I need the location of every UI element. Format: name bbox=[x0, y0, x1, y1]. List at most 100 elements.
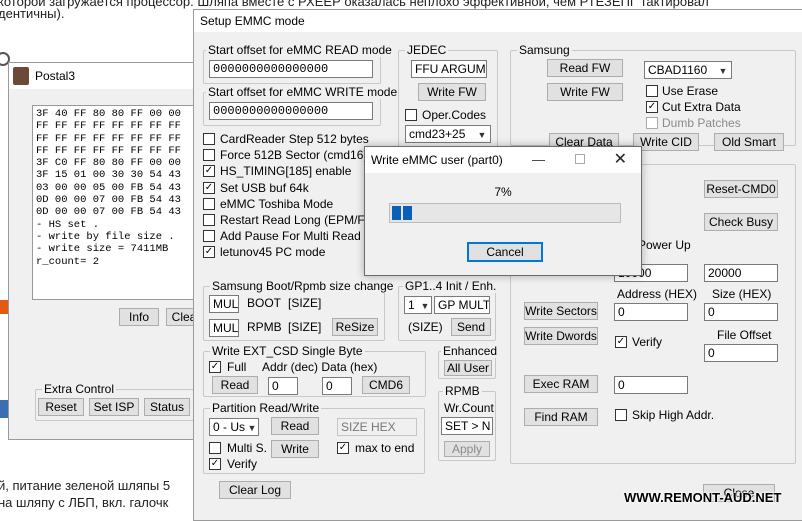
reset-button[interactable]: Reset bbox=[38, 398, 84, 416]
close-icon[interactable]: ✕ bbox=[614, 147, 627, 173]
postal3-titlebar[interactable]: Postal3 bbox=[9, 63, 203, 89]
cmd-select-value: cmd23+25 bbox=[409, 127, 466, 141]
boot-mul-input[interactable]: MUL bbox=[209, 295, 239, 313]
info-button[interactable]: Info bbox=[119, 308, 159, 326]
cut-extra-data-label: Cut Extra Data bbox=[662, 100, 741, 114]
partition-write-button[interactable]: Write bbox=[271, 440, 319, 458]
size-hex-input[interactable]: SIZE HEX bbox=[337, 418, 417, 436]
chevron-down-icon: ▼ bbox=[247, 423, 257, 433]
maximize-icon[interactable] bbox=[575, 154, 585, 164]
set-n-input[interactable]: SET > N bbox=[441, 417, 493, 435]
progress-titlebar[interactable]: Write eMMC user (part0) — ✕ bbox=[365, 147, 641, 173]
extra-control-label: Extra Control bbox=[42, 382, 117, 396]
log-line: 03 00 00 05 00 FB 54 43 bbox=[36, 181, 181, 194]
progress-percent-label: 7% bbox=[494, 185, 512, 199]
chip-select-value: CBAD1160 bbox=[648, 63, 708, 77]
jedec-label: JEDEC bbox=[405, 43, 449, 57]
rpmb-mul-input[interactable]: MUL bbox=[209, 319, 239, 337]
full-checkbox[interactable]: ✓ bbox=[209, 361, 221, 373]
option-label: Add Pause For Multi Read bbox=[220, 229, 361, 244]
partition-read-button[interactable]: Read bbox=[271, 417, 319, 435]
gp-mult-input[interactable]: GP MULT bbox=[434, 296, 490, 314]
option-checkbox[interactable] bbox=[203, 197, 215, 210]
wr-count-label: Wr.Count bbox=[444, 401, 494, 415]
option-checkbox[interactable]: ✓ bbox=[203, 181, 215, 194]
boot-rpmb-label: Samsung Boot/Rpmb size change bbox=[210, 279, 396, 293]
samsung-write-fw-button[interactable]: Write FW bbox=[547, 83, 623, 101]
apply-button[interactable]: Apply bbox=[444, 441, 490, 457]
setup-emmc-titlebar[interactable]: Setup EMMC mode bbox=[194, 10, 802, 32]
partition-verify-label: Verify bbox=[227, 457, 258, 471]
write-sectors-button[interactable]: Write Sectors bbox=[524, 302, 598, 320]
exec-ram-button[interactable]: Exec RAM bbox=[524, 375, 598, 393]
minimize-icon[interactable]: — bbox=[532, 147, 545, 173]
find-ram-button[interactable]: Find RAM bbox=[524, 408, 598, 426]
ext-csd-addr-input[interactable]: 0 bbox=[268, 377, 298, 395]
progress-bar-fill bbox=[392, 206, 414, 220]
option-label: Force 512B Sector (cmd16) bbox=[220, 148, 368, 163]
use-erase-label: Use Erase bbox=[662, 84, 719, 98]
option-checkbox[interactable] bbox=[203, 214, 215, 226]
write-dwords-button[interactable]: Write Dwords bbox=[524, 327, 598, 345]
use-erase-checkbox[interactable] bbox=[646, 85, 658, 97]
background-text-top2: дентичны). bbox=[0, 6, 65, 21]
status-button[interactable]: Status bbox=[144, 398, 190, 416]
cmd-select[interactable]: cmd23+25 ▼ bbox=[405, 125, 491, 143]
chip-select[interactable]: CBAD1160 ▼ bbox=[644, 61, 732, 79]
option-checkbox[interactable]: ✓ bbox=[203, 165, 215, 178]
samsung-read-fw-button[interactable]: Read FW bbox=[547, 59, 623, 77]
gp-send-button[interactable]: Send bbox=[451, 318, 491, 336]
samsung-label: Samsung bbox=[517, 43, 572, 57]
log-line: - write by file size . bbox=[36, 230, 175, 243]
address-hex-label: Address (HEX) bbox=[617, 287, 698, 301]
postal3-log-box[interactable]: 3F 40 FF 80 80 FF 00 00 FF FF FF FF FF FF… bbox=[32, 105, 200, 300]
dumb-patches-checkbox[interactable] bbox=[646, 117, 658, 129]
file-offset-input[interactable]: 0 bbox=[704, 344, 778, 362]
exec-ram-input[interactable]: 0 bbox=[614, 376, 688, 394]
log-line: FF FF FF FF FF FF FF FF bbox=[36, 132, 181, 145]
all-user-button[interactable]: All User bbox=[444, 360, 492, 376]
option-checkbox[interactable] bbox=[203, 149, 215, 162]
postal3-title: Postal3 bbox=[35, 69, 76, 83]
size-input[interactable]: 0 bbox=[704, 303, 778, 321]
multi-s-checkbox[interactable] bbox=[209, 442, 221, 454]
oper-codes-checkbox[interactable] bbox=[405, 109, 417, 121]
ext-csd-read-button[interactable]: Read bbox=[212, 376, 258, 394]
partition-select[interactable]: 0 - Us ▼ bbox=[209, 418, 259, 436]
option-label: letunov45 PC mode bbox=[220, 245, 326, 260]
old-smart-button[interactable]: Old Smart bbox=[714, 133, 784, 151]
ext-csd-data-input[interactable]: 0 bbox=[322, 377, 352, 395]
rpmb-group-label: RPMB bbox=[443, 384, 482, 398]
resize-button[interactable]: ReSize bbox=[332, 318, 378, 336]
jedec-write-fw-button[interactable]: Write FW bbox=[418, 83, 486, 101]
verify-right-label: Verify bbox=[632, 335, 663, 349]
cancel-button[interactable]: Cancel bbox=[467, 242, 543, 262]
max-to-end-checkbox[interactable]: ✓ bbox=[337, 442, 349, 454]
skip-high-addr-checkbox[interactable] bbox=[615, 409, 627, 421]
partition-verify-checkbox[interactable]: ✓ bbox=[209, 458, 221, 470]
cut-extra-data-checkbox[interactable]: ✓ bbox=[646, 101, 658, 113]
write-cid-button[interactable]: Write CID bbox=[633, 133, 699, 151]
option-checkbox[interactable]: ✓ bbox=[203, 246, 215, 259]
boot-label: BOOT bbox=[247, 296, 282, 310]
option-label: CardReader Step 512 bytes bbox=[220, 132, 369, 146]
partition-select-value: 0 - Us bbox=[213, 420, 246, 434]
reset-cmd0-button[interactable]: Reset-CMD0 bbox=[704, 180, 778, 198]
option-checkbox[interactable] bbox=[203, 133, 215, 145]
verify-right-checkbox[interactable]: ✓ bbox=[615, 336, 627, 348]
file-offset-label: File Offset bbox=[717, 328, 772, 342]
check-busy-button[interactable]: Check Busy bbox=[704, 213, 778, 231]
set-isp-button[interactable]: Set ISP bbox=[89, 398, 139, 416]
background-orange-strip bbox=[0, 300, 8, 314]
timeout-right-input[interactable]: 20000 bbox=[704, 264, 778, 282]
address-input[interactable]: 0 bbox=[614, 303, 688, 321]
read-offset-input[interactable]: 0000000000000000 bbox=[209, 60, 373, 78]
log-line: 3F 40 FF 80 80 FF 00 00 bbox=[36, 108, 181, 120]
cmd6-button[interactable]: CMD6 bbox=[362, 376, 410, 394]
gp-select[interactable]: 1 ▼ bbox=[404, 296, 432, 314]
rpmb-size-label: [SIZE] bbox=[288, 320, 322, 334]
write-offset-input[interactable]: 0000000000000000 bbox=[209, 102, 373, 120]
option-checkbox[interactable] bbox=[203, 230, 215, 243]
ffu-argum-input[interactable]: FFU ARGUM bbox=[411, 60, 487, 78]
clear-log-button[interactable]: Clear Log bbox=[219, 481, 291, 499]
